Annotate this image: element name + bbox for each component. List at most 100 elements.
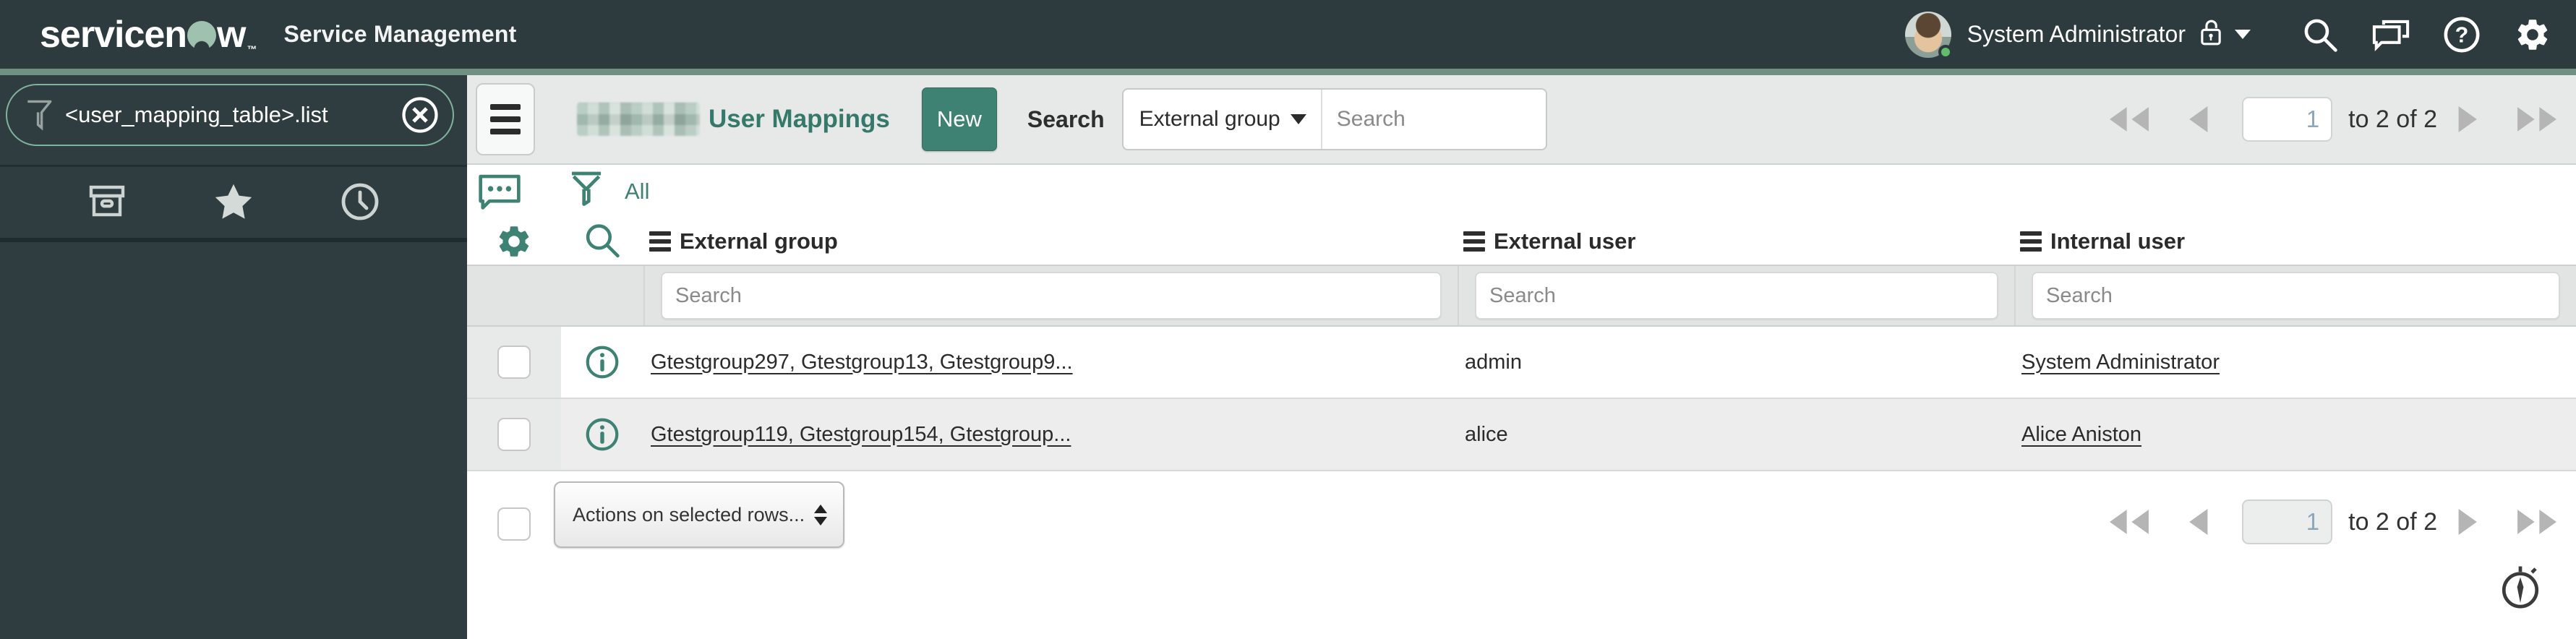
online-status-dot — [1938, 44, 1953, 59]
search-icon — [2304, 19, 2337, 52]
response-time-button[interactable] — [2499, 565, 2541, 613]
servicenow-logo: servicen w ™ — [40, 13, 257, 56]
personalize-list-gear-button[interactable] — [495, 223, 533, 260]
logo-o-mark-icon — [187, 20, 217, 50]
column-header-external-group[interactable]: External group — [643, 228, 1458, 254]
svg-text:?: ? — [2455, 22, 2469, 47]
next-page-button[interactable] — [2456, 103, 2482, 135]
page-number-input[interactable] — [2242, 499, 2333, 544]
record-preview-info-button[interactable] — [585, 417, 620, 452]
gear-icon — [2517, 19, 2548, 50]
settings-button[interactable] — [2514, 16, 2551, 53]
info-icon — [586, 346, 619, 379]
table-row: Gtestgroup297, Gtestgroup13, Gtestgroup9… — [467, 327, 2576, 399]
column-menu-icon — [1463, 231, 1485, 252]
actions-on-selected-rows-select[interactable]: Actions on selected rows... — [554, 481, 844, 548]
top-banner: servicen w ™ Service Management System Adm… — [0, 0, 2576, 69]
column-search-toggle-button[interactable] — [583, 223, 621, 260]
logo-trademark: ™ — [247, 43, 257, 55]
page-number-input[interactable] — [2242, 97, 2333, 142]
connect-chat-button[interactable] — [2372, 16, 2410, 53]
list-footer: Actions on selected rows... to 2 of 2 — [467, 471, 2576, 572]
first-page-button[interactable] — [2106, 103, 2152, 135]
help-button[interactable]: ? — [2443, 16, 2481, 53]
filter-breadcrumb-row: All — [467, 165, 2576, 218]
previous-page-icon — [2189, 106, 2208, 132]
filter-funnel-icon — [572, 171, 601, 206]
column-search-internal-user[interactable] — [2032, 272, 2560, 320]
navigator-filter-input[interactable] — [65, 102, 401, 128]
avatar[interactable] — [1904, 11, 1953, 59]
history-clock-icon — [341, 183, 379, 220]
tab-all-applications[interactable] — [87, 181, 127, 224]
actions-select-value: Actions on selected rows... — [573, 503, 805, 526]
tab-favorites[interactable] — [213, 181, 254, 224]
previous-page-button[interactable] — [2184, 103, 2210, 135]
list-view: User Mappings New Search External group — [467, 75, 2576, 639]
list-comments-button[interactable] — [477, 173, 522, 210]
external-group-link[interactable]: Gtestgroup297, Gtestgroup13, Gtestgroup9… — [643, 351, 1458, 374]
chat-dots-icon — [479, 174, 521, 210]
breadcrumb-all-link[interactable]: All — [625, 179, 649, 205]
search-column-value: External group — [1139, 107, 1280, 131]
column-search-external-user[interactable] — [1475, 272, 1998, 320]
record-preview-info-button[interactable] — [585, 345, 620, 379]
column-menu-icon — [649, 231, 671, 252]
help-icon: ? — [2444, 17, 2480, 52]
sidebar-divider — [0, 238, 467, 242]
column-header-external-user[interactable]: External user — [1458, 228, 2014, 254]
first-page-icon — [2110, 510, 2149, 534]
pagination-range: to 2 of 2 — [2348, 507, 2437, 536]
tab-history[interactable] — [340, 181, 380, 224]
logo-text-right: w — [217, 13, 246, 56]
row-checkbox[interactable] — [497, 346, 531, 379]
previous-page-icon — [2189, 509, 2208, 535]
select-spinner-icon — [814, 504, 827, 526]
chat-icon — [2372, 20, 2410, 51]
pagination-range: to 2 of 2 — [2348, 105, 2437, 133]
servicenow-app: servicen w ™ Service Management System Adm… — [0, 0, 2576, 639]
clear-filter-button[interactable] — [401, 95, 440, 134]
last-page-button[interactable] — [2514, 103, 2560, 135]
first-page-button[interactable] — [2106, 506, 2152, 538]
column-header-row: External group External user Internal us… — [467, 218, 2576, 265]
previous-page-button[interactable] — [2184, 506, 2210, 538]
select-all-checkbox[interactable] — [497, 507, 531, 541]
favorites-star-icon — [215, 184, 252, 219]
external-user-value: alice — [1465, 422, 1508, 446]
last-page-button[interactable] — [2514, 506, 2560, 538]
internal-user-link[interactable]: System Administrator — [2014, 351, 2576, 374]
list-search-input[interactable] — [1322, 90, 1546, 149]
product-name: Service Management — [283, 21, 517, 47]
list-table: All External group External user Interna… — [467, 165, 2576, 572]
external-group-link[interactable]: Gtestgroup119, Gtestgroup154, Gtestgroup… — [643, 423, 1458, 447]
column-search-row — [467, 265, 2576, 327]
select-caret-icon — [1290, 114, 1306, 124]
table-row: Gtestgroup119, Gtestgroup154, Gtestgroup… — [467, 399, 2576, 471]
navigator-filter — [6, 84, 454, 146]
logo-text-left: servicen — [40, 13, 187, 56]
banner-controls: System Administrator ? — [1904, 11, 2551, 59]
app-navigator — [0, 75, 467, 639]
row-checkbox[interactable] — [497, 418, 531, 451]
last-page-icon — [2517, 510, 2556, 534]
elevated-role-lock-icon — [2199, 17, 2223, 51]
first-page-icon — [2110, 107, 2149, 132]
list-context-menu-button[interactable] — [476, 83, 535, 155]
list-title: User Mappings — [709, 105, 890, 133]
list-search-combo: External group — [1121, 88, 1547, 150]
banner-accent-strip — [0, 69, 2576, 75]
internal-user-link[interactable]: Alice Aniston — [2014, 423, 2576, 447]
column-header-internal-user[interactable]: Internal user — [2014, 228, 2576, 254]
user-menu-caret-icon[interactable] — [2235, 30, 2251, 39]
filter-funnel-icon — [27, 100, 52, 131]
new-record-button[interactable]: New — [921, 87, 997, 151]
list-toolbar: User Mappings New Search External group — [467, 75, 2576, 165]
next-page-button[interactable] — [2456, 506, 2482, 538]
show-filter-button[interactable] — [568, 170, 604, 213]
user-name[interactable]: System Administrator — [1967, 21, 2186, 48]
global-search-button[interactable] — [2301, 16, 2339, 53]
column-search-external-group[interactable] — [661, 272, 1442, 320]
redacted-app-prefix — [577, 103, 700, 136]
search-column-select[interactable]: External group — [1124, 90, 1322, 149]
